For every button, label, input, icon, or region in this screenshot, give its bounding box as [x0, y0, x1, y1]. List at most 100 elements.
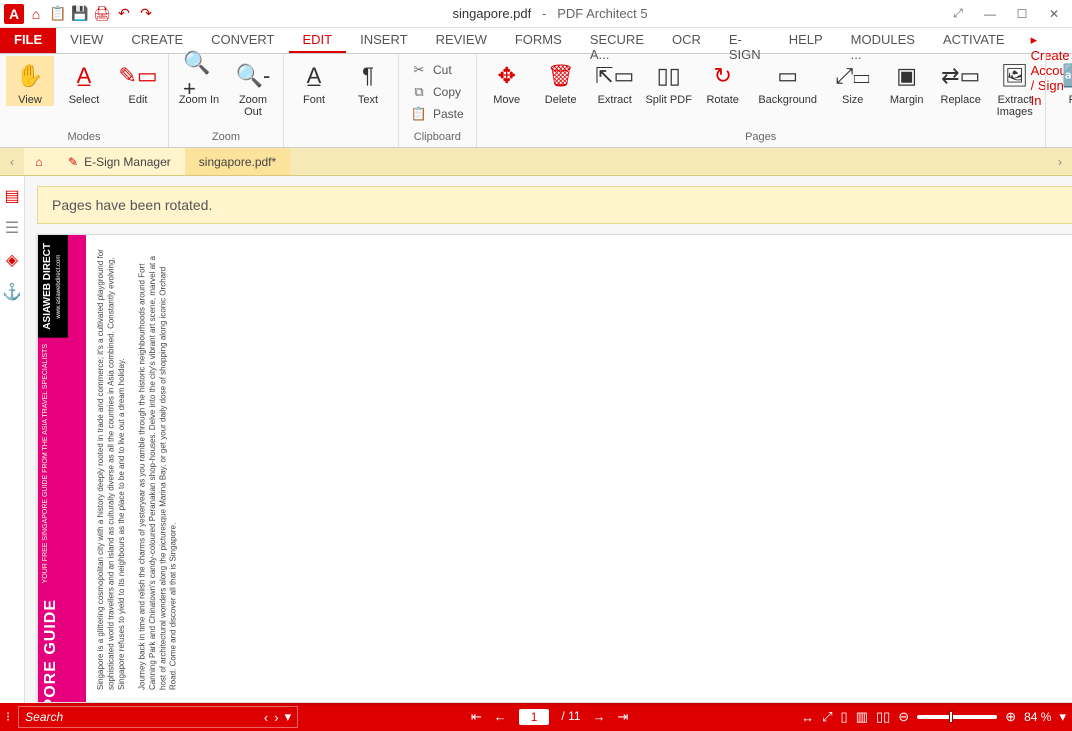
ribbon-group-font: A̲Font ¶Text	[284, 54, 399, 147]
zoom-in-button[interactable]: 🔍+Zoom In	[175, 56, 223, 106]
replace-button[interactable]: ⇄▭Replace	[937, 56, 985, 106]
tab-secure[interactable]: SECURE A...	[576, 28, 658, 53]
notification-bar: Pages have been rotated. ✕	[37, 186, 1072, 224]
continuous-icon[interactable]: ▥	[856, 709, 868, 725]
app-logo[interactable]: A	[4, 4, 24, 24]
doctabs-prev-icon[interactable]: ‹	[0, 148, 24, 175]
copy-button[interactable]: ⧉Copy	[405, 82, 470, 102]
text-icon: ¶	[352, 60, 384, 92]
page-number[interactable]: 1	[519, 709, 550, 725]
split-button[interactable]: ▯▯Split PDF	[645, 56, 693, 106]
window-controls: ⤢ — ☐ ✕	[944, 4, 1068, 24]
doctabs-home-icon[interactable]: ⌂	[24, 148, 54, 175]
page-header-band: ASIAWEB DIRECTwww.asiawebdirect.com YOUR…	[38, 235, 86, 702]
search-next-icon[interactable]: ›	[274, 710, 278, 725]
tab-file[interactable]: FILE	[0, 28, 56, 53]
thumbnails-icon[interactable]: ▤	[0, 184, 24, 208]
ribbon-group-pages: ✥Move 🗑Delete ⇱▭Extract ▯▯Split PDF ↻Rot…	[477, 54, 1046, 147]
edit-mode-button[interactable]: ✎▭Edit	[114, 56, 162, 106]
zoom-in-sb-icon[interactable]: ⊕	[1005, 709, 1016, 725]
redo-icon[interactable]: ↷	[136, 4, 156, 24]
ru-button[interactable]: 🔤Ru	[1052, 56, 1072, 106]
copy-icon: ⧉	[411, 84, 427, 100]
search-box[interactable]: ‹ › ▾	[18, 706, 298, 728]
extract-images-button[interactable]: 🖼Extract Images	[991, 56, 1039, 118]
facing-icon[interactable]: ▯▯	[876, 709, 890, 725]
tab-review[interactable]: REVIEW	[422, 28, 501, 53]
search-prev-icon[interactable]: ‹	[264, 710, 268, 725]
replace-icon: ⇄▭	[945, 60, 977, 92]
fit-width-icon[interactable]: ↔	[801, 710, 814, 725]
paste-icon: 📋	[411, 106, 427, 122]
doctab-document[interactable]: singapore.pdf*	[185, 148, 290, 175]
anchor-icon[interactable]: ⚓	[0, 280, 24, 304]
sb-menu-icon[interactable]: ⁝	[6, 709, 10, 725]
tab-forms[interactable]: FORMS	[501, 28, 576, 53]
edit-icon: ✎▭	[122, 60, 154, 92]
zoom-slider[interactable]	[917, 715, 997, 719]
tab-view[interactable]: VIEW	[56, 28, 117, 53]
zoom-dropdown-icon[interactable]: ▾	[1059, 709, 1066, 725]
delete-button[interactable]: 🗑Delete	[537, 56, 585, 106]
cut-icon: ✂	[411, 62, 427, 78]
zoom-out-sb-icon[interactable]: ⊖	[898, 709, 909, 725]
doctab-esign[interactable]: ✎E-Sign Manager	[54, 148, 185, 175]
open-icon[interactable]: 📋	[48, 4, 68, 24]
rotate-button[interactable]: ↻Rotate	[699, 56, 747, 106]
last-page-icon[interactable]: ⇥	[618, 709, 629, 725]
font-button[interactable]: A̲Font	[290, 56, 338, 106]
background-icon: ▭	[772, 60, 804, 92]
background-button[interactable]: ▭Background	[753, 56, 823, 106]
extract-button[interactable]: ⇱▭Extract	[591, 56, 639, 106]
document-tabs: ‹ ⌂ ✎E-Sign Manager singapore.pdf* ›	[0, 148, 1072, 176]
text-button[interactable]: ¶Text	[344, 56, 392, 106]
margin-icon: ▣	[891, 60, 923, 92]
select-mode-button[interactable]: A̲Select	[60, 56, 108, 106]
close-icon[interactable]: ✕	[1040, 4, 1068, 24]
cut-button[interactable]: ✂Cut	[405, 60, 470, 80]
header-subtitle: YOUR FREE SINGAPORE GUIDE FROM THE ASIA …	[38, 338, 53, 589]
print-icon[interactable]: 🖨	[92, 4, 112, 24]
view-mode-button[interactable]: ✋View	[6, 56, 54, 106]
home-icon[interactable]: ⌂	[26, 4, 46, 24]
pen-icon: ✎	[68, 155, 78, 169]
move-button[interactable]: ✥Move	[483, 56, 531, 106]
tab-activate[interactable]: ACTIVATE	[929, 28, 1019, 53]
size-icon: ⤢▭	[837, 60, 869, 92]
ribbon-collapse-icon[interactable]: ⤢	[944, 4, 972, 24]
split-icon: ▯▯	[653, 60, 685, 92]
tab-ocr[interactable]: OCR	[658, 28, 715, 53]
margin-button[interactable]: ▣Margin	[883, 56, 931, 106]
single-page-icon[interactable]: ▯	[841, 709, 848, 725]
undo-icon[interactable]: ↶	[114, 4, 134, 24]
layers-icon[interactable]: ◈	[0, 248, 24, 272]
tab-help[interactable]: HELP	[775, 28, 837, 53]
account-link[interactable]: Create Account / Sign In	[1019, 28, 1072, 53]
tab-edit[interactable]: EDIT	[289, 28, 347, 53]
extract-icon: ⇱▭	[599, 60, 631, 92]
prev-page-icon[interactable]: ←	[494, 709, 507, 725]
zoom-out-button[interactable]: 🔍-Zoom Out	[229, 56, 277, 118]
tab-modules[interactable]: MODULES ...	[837, 28, 929, 53]
next-page-icon[interactable]: →	[593, 709, 606, 725]
left-sidebar: ▤ ☰ ◈ ⚓	[0, 176, 25, 703]
doctabs-next-icon[interactable]: ›	[1048, 148, 1072, 175]
workspace: ▤ ☰ ◈ ⚓ Pages have been rotated. ✕ ASIAW…	[0, 176, 1072, 703]
search-input[interactable]	[25, 710, 258, 724]
search-dropdown-icon[interactable]: ▾	[285, 709, 292, 725]
size-button[interactable]: ⤢▭Size	[829, 56, 877, 106]
save-icon[interactable]: 💾	[70, 4, 90, 24]
header-title: SINGAPORE GUIDE	[38, 589, 64, 703]
zoom-out-icon: 🔍-	[237, 60, 269, 92]
hand-icon: ✋	[14, 60, 46, 92]
fit-page-icon[interactable]: ⤢	[822, 709, 832, 725]
first-page-icon[interactable]: ⇤	[471, 709, 482, 725]
minimize-icon[interactable]: —	[976, 4, 1004, 24]
tab-esign[interactable]: E-SIGN	[715, 28, 775, 53]
page-view[interactable]: ASIAWEB DIRECTwww.asiawebdirect.com YOUR…	[37, 234, 1072, 703]
maximize-icon[interactable]: ☐	[1008, 4, 1036, 24]
paste-button[interactable]: 📋Paste	[405, 104, 470, 124]
tab-insert[interactable]: INSERT	[346, 28, 421, 53]
bookmarks-icon[interactable]: ☰	[0, 216, 24, 240]
titlebar: A ⌂ 📋 💾 🖨 ↶ ↷ singapore.pdf - PDF Archit…	[0, 0, 1072, 28]
